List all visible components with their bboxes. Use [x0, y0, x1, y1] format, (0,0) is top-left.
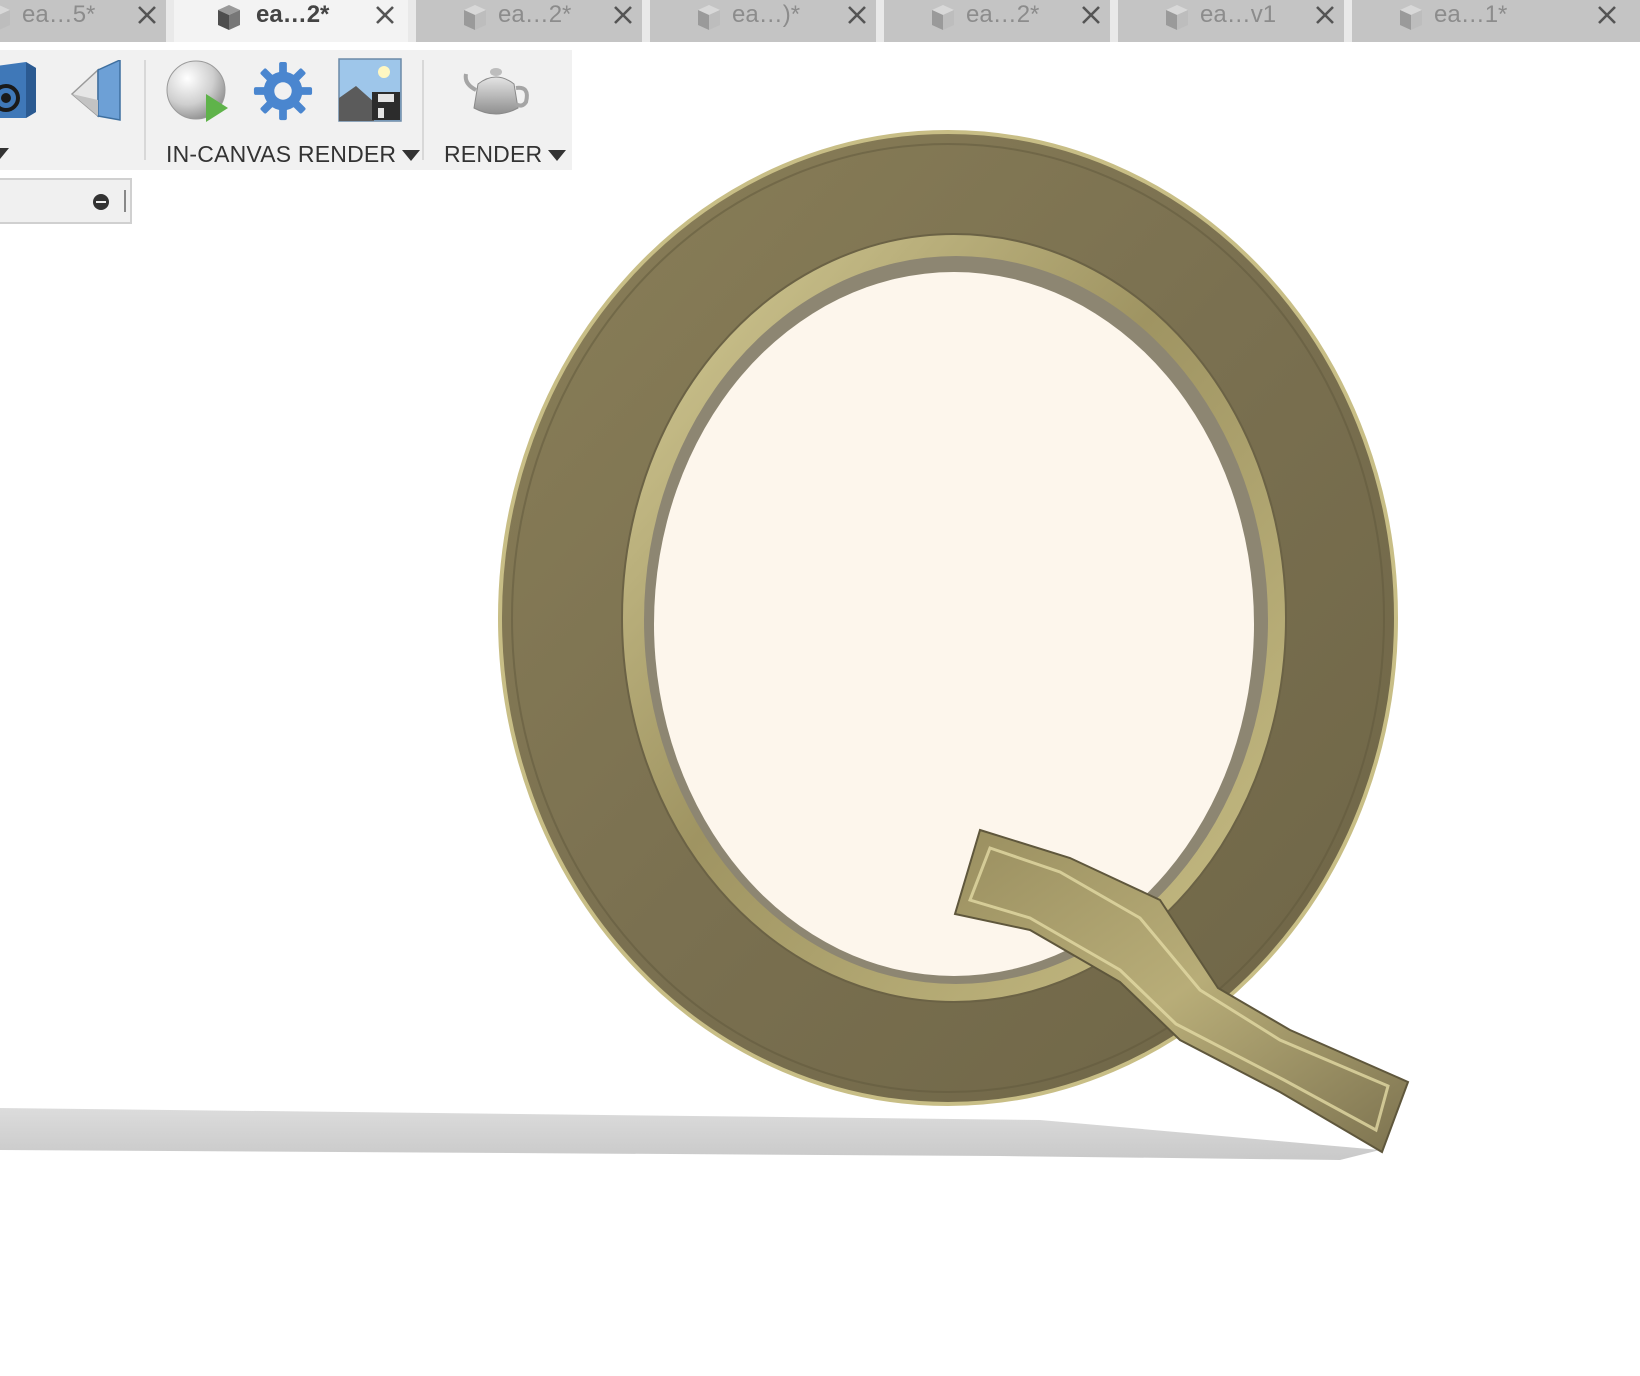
cube-icon: [0, 5, 10, 30]
tab-separator: [876, 0, 884, 42]
tab-title: ea…)*: [732, 1, 801, 28]
tab-title: ea…v1: [1200, 1, 1277, 28]
tab-separator: [1344, 0, 1352, 42]
document-tab-5[interactable]: ea…2*: [884, 0, 1110, 42]
render-label: RENDER: [444, 141, 543, 167]
ground-shadow: [0, 1108, 1380, 1160]
cube-icon: [932, 5, 954, 30]
render-play-icon[interactable]: [166, 58, 230, 122]
close-icon[interactable]: [846, 4, 868, 26]
chevron-down-icon: [548, 150, 567, 162]
gear-icon[interactable]: [252, 60, 314, 122]
toolbar-divider: [422, 60, 424, 160]
tab-title: ea…2*: [498, 1, 572, 28]
tab-separator: [166, 0, 174, 42]
document-tab-2-active[interactable]: ea…2*: [174, 0, 408, 42]
panel-resize-handle[interactable]: [124, 190, 126, 212]
close-icon[interactable]: [1314, 4, 1336, 26]
cube-icon: [218, 5, 240, 30]
tab-separator: [1110, 0, 1118, 42]
browser-panel-header: [0, 178, 132, 224]
letter-q-model[interactable]: [498, 130, 1410, 1154]
cube-icon: [1400, 5, 1422, 30]
close-icon[interactable]: [374, 4, 396, 26]
tab-title: ea…2*: [256, 1, 330, 28]
close-icon[interactable]: [1080, 4, 1102, 26]
tab-title: ea…2*: [966, 1, 1040, 28]
tab-title: ea…1*: [1434, 1, 1508, 28]
document-tab-7[interactable]: ea…1*: [1352, 0, 1640, 42]
close-icon[interactable]: [136, 4, 158, 26]
design-canvas[interactable]: [0, 42, 1640, 1376]
cube-icon: [698, 5, 720, 30]
in-canvas-render-label: IN-CANVAS RENDER: [166, 141, 397, 167]
cube-icon: [464, 5, 486, 30]
tab-title: ea…5*: [22, 1, 96, 28]
render-toolbar: IN-CANVAS RENDER RENDER: [0, 50, 572, 170]
chevron-down-icon: [402, 150, 421, 162]
minus-circle-icon[interactable]: [93, 194, 109, 210]
document-tab-6[interactable]: ea…v1: [1118, 0, 1344, 42]
document-tab-bar: ea…5* ea…2* ea…2* ea…)* ea…2* ea…v1 ea…1…: [0, 0, 1640, 42]
toolbar-divider: [144, 60, 146, 160]
in-canvas-render-menu[interactable]: IN-CANVAS RENDER: [166, 140, 421, 168]
document-tab-1[interactable]: ea…5*: [0, 0, 166, 42]
close-icon[interactable]: [612, 4, 634, 26]
appearance-cube-icon[interactable]: [0, 58, 40, 120]
render-menu[interactable]: RENDER: [444, 140, 567, 168]
teapot-icon[interactable]: [462, 62, 532, 122]
tab-separator: [408, 0, 416, 42]
scene-settings-icon[interactable]: [68, 60, 124, 122]
chevron-down-icon[interactable]: [0, 148, 9, 159]
document-tab-3[interactable]: ea…2*: [416, 0, 642, 42]
document-tab-4[interactable]: ea…)*: [650, 0, 876, 42]
tab-separator: [642, 0, 650, 42]
capture-image-icon[interactable]: [338, 58, 402, 122]
cube-icon: [1166, 5, 1188, 30]
close-icon[interactable]: [1596, 4, 1618, 26]
